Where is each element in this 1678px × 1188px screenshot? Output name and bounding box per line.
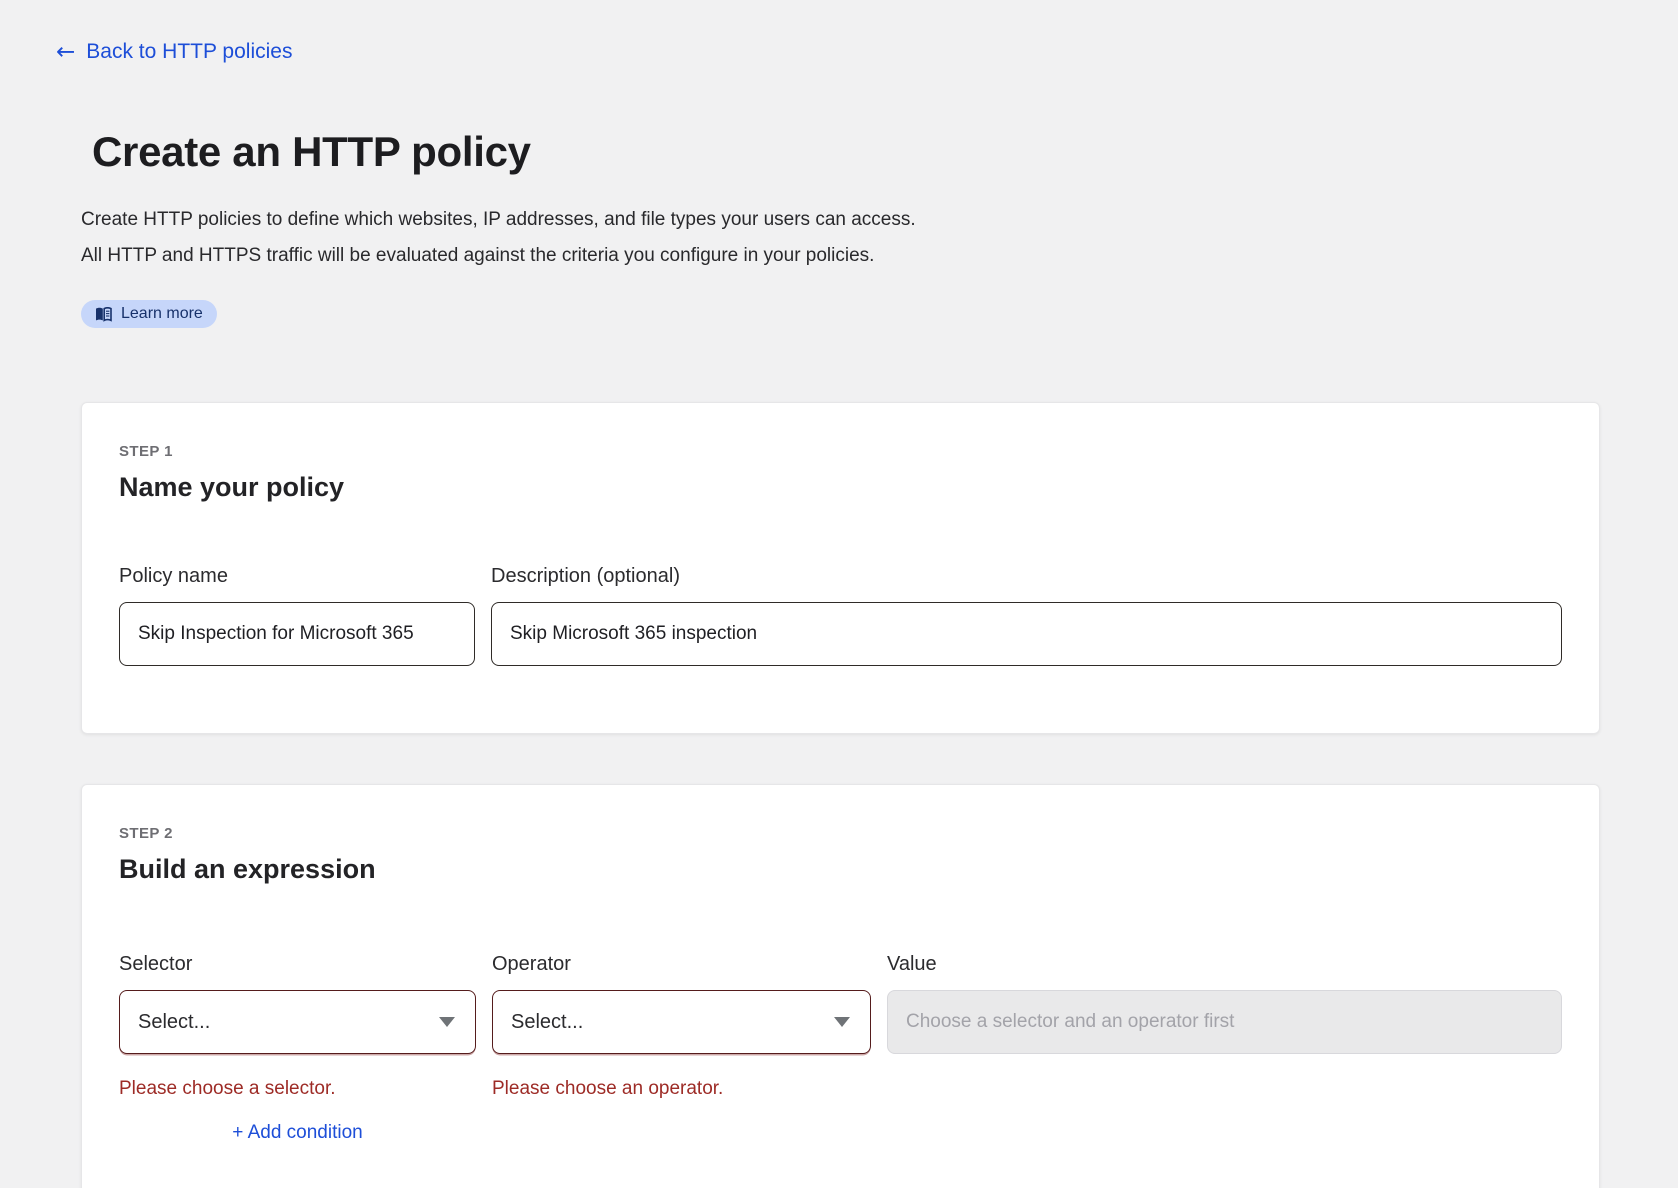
selector-label: Selector — [119, 953, 476, 976]
page-title: Create an HTTP policy — [92, 128, 1678, 176]
selector-error-message: Please choose a selector. — [119, 1078, 476, 1100]
step2-label: STEP 2 — [119, 825, 1562, 842]
step1-heading: Name your policy — [119, 472, 1562, 503]
selector-dropdown[interactable]: Select... — [119, 990, 476, 1054]
back-link-label: Back to HTTP policies — [86, 40, 292, 64]
page-description-line1: Create HTTP policies to define which web… — [81, 202, 1678, 238]
step1-card: STEP 1 Name your policy Policy name Desc… — [81, 402, 1600, 734]
back-arrow-icon: ← — [56, 41, 75, 64]
policy-name-label: Policy name — [119, 565, 475, 588]
back-link[interactable]: ← Back to HTTP policies — [56, 40, 292, 64]
learn-more-label: Learn more — [121, 305, 203, 323]
operator-error-message: Please choose an operator. — [492, 1078, 871, 1100]
description-label: Description (optional) — [491, 565, 1562, 588]
step2-card: STEP 2 Build an expression Selector Sele… — [81, 784, 1600, 1188]
book-icon — [95, 307, 112, 322]
step1-label: STEP 1 — [119, 443, 1562, 460]
selector-dropdown-value: Select... — [138, 1011, 210, 1034]
description-input[interactable] — [491, 602, 1562, 666]
value-label: Value — [887, 953, 1562, 976]
chevron-down-icon — [834, 1017, 850, 1027]
learn-more-button[interactable]: Learn more — [81, 300, 217, 328]
page-description: Create HTTP policies to define which web… — [81, 202, 1678, 274]
chevron-down-icon — [439, 1017, 455, 1027]
add-condition-link[interactable]: + Add condition — [119, 1122, 476, 1144]
operator-dropdown-value: Select... — [511, 1011, 583, 1034]
value-input — [887, 990, 1562, 1054]
step2-heading: Build an expression — [119, 854, 1562, 885]
operator-dropdown[interactable]: Select... — [492, 990, 871, 1054]
policy-name-input[interactable] — [119, 602, 475, 666]
operator-label: Operator — [492, 953, 871, 976]
page-description-line2: All HTTP and HTTPS traffic will be evalu… — [81, 238, 1678, 274]
